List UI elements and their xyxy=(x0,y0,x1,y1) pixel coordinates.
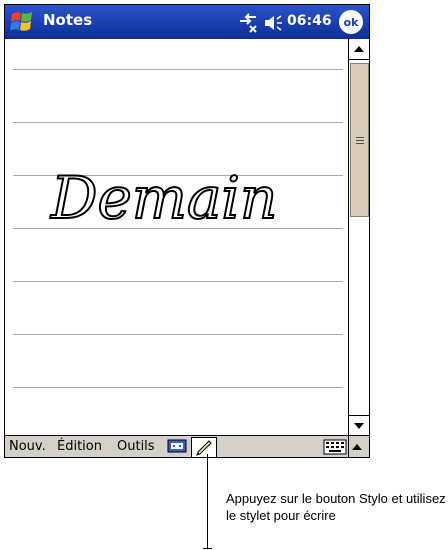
title-bar: Notes 06:46 ok xyxy=(5,5,369,39)
menu-tools[interactable]: Outils xyxy=(117,439,155,454)
toolbar-divider xyxy=(348,436,349,457)
scroll-down-button[interactable] xyxy=(349,415,369,436)
recording-icon[interactable] xyxy=(167,438,187,454)
scroll-up-button[interactable] xyxy=(349,39,369,60)
arrow-up-icon xyxy=(354,46,364,52)
handwritten-note: Demain xyxy=(50,164,277,232)
menu-new[interactable]: Nouv. xyxy=(9,439,46,454)
menu-edit[interactable]: Édition xyxy=(57,439,102,454)
bottom-toolbar: Nouv. Édition Outils xyxy=(5,435,369,457)
callout-leader-line xyxy=(207,454,208,549)
volume-icon[interactable] xyxy=(263,13,285,33)
ok-button[interactable]: ok xyxy=(339,10,363,34)
connectivity-icon[interactable] xyxy=(237,13,259,33)
scroll-thumb[interactable] xyxy=(350,63,369,217)
arrow-down-icon xyxy=(354,423,364,429)
callout-caption: Appuyez sur le bouton Stylo et utilisez … xyxy=(226,491,446,523)
clock[interactable]: 06:46 xyxy=(287,13,332,29)
pocket-pc-screen: Notes 06:46 ok Demain Nouv. Édition Outi… xyxy=(4,4,370,458)
pen-icon xyxy=(196,440,212,456)
app-title: Notes xyxy=(43,11,93,29)
handwriting-ink: Demain xyxy=(49,163,278,233)
start-flag-icon[interactable] xyxy=(9,9,37,35)
input-arrow-up-icon[interactable] xyxy=(351,442,363,452)
callout-leader-cap xyxy=(203,548,212,549)
keyboard-icon[interactable] xyxy=(323,439,347,455)
grip-icon xyxy=(355,135,364,146)
note-writing-area[interactable]: Demain xyxy=(5,39,348,435)
pen-button[interactable] xyxy=(191,437,217,457)
vertical-scrollbar[interactable] xyxy=(348,39,369,436)
